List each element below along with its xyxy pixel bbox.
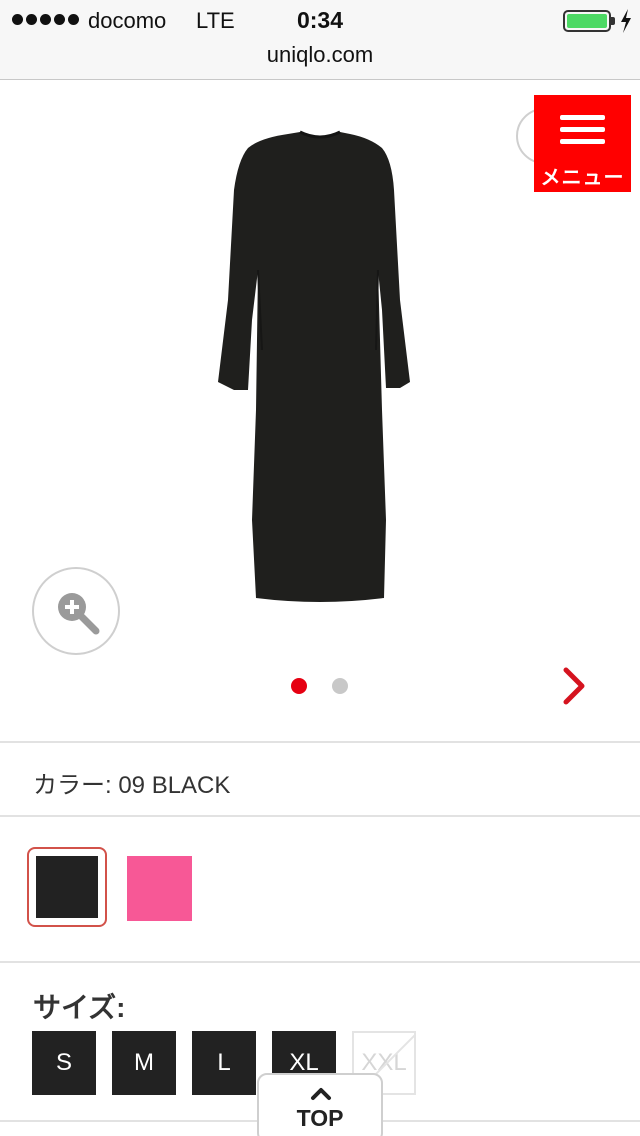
color-swatch-black[interactable] (27, 847, 107, 927)
menu-button[interactable]: メニュー (534, 95, 631, 192)
size-button-l[interactable]: L (192, 1031, 256, 1095)
back-to-top-button[interactable]: TOP (257, 1073, 383, 1136)
charging-bolt-icon (621, 9, 631, 33)
next-image-arrow-icon[interactable] (558, 666, 590, 706)
carrier-name: docomo (88, 8, 167, 33)
url-text: uniqlo.com (266, 42, 374, 67)
size-button-s[interactable]: S (32, 1031, 96, 1095)
top-label: TOP (296, 1105, 344, 1131)
hamburger-icon (560, 115, 605, 145)
carousel-dot-2[interactable] (332, 678, 348, 694)
divider (0, 741, 640, 743)
swatch-black-fill (36, 856, 98, 918)
color-swatch-pink[interactable] (127, 856, 192, 921)
carousel-dot-1[interactable] (291, 678, 307, 694)
size-button-m[interactable]: M (112, 1031, 176, 1095)
divider (0, 815, 640, 817)
zoom-in-icon (58, 593, 100, 635)
color-label: カラー: 09 BLACK (33, 772, 231, 799)
zoom-button[interactable] (32, 567, 120, 655)
url-bar[interactable]: uniqlo.com (0, 40, 640, 80)
battery-icon (563, 10, 611, 32)
divider (0, 961, 640, 963)
menu-label: メニュー (540, 167, 625, 189)
network-type: LTE (196, 8, 235, 33)
product-image[interactable] (200, 120, 440, 610)
battery-tip (611, 17, 615, 25)
status-bar: docomo LTE 0:34 (0, 0, 640, 40)
size-label: サイズ: (33, 992, 126, 1023)
chevron-up-icon (311, 1088, 331, 1100)
signal-strength-icon (12, 14, 79, 25)
